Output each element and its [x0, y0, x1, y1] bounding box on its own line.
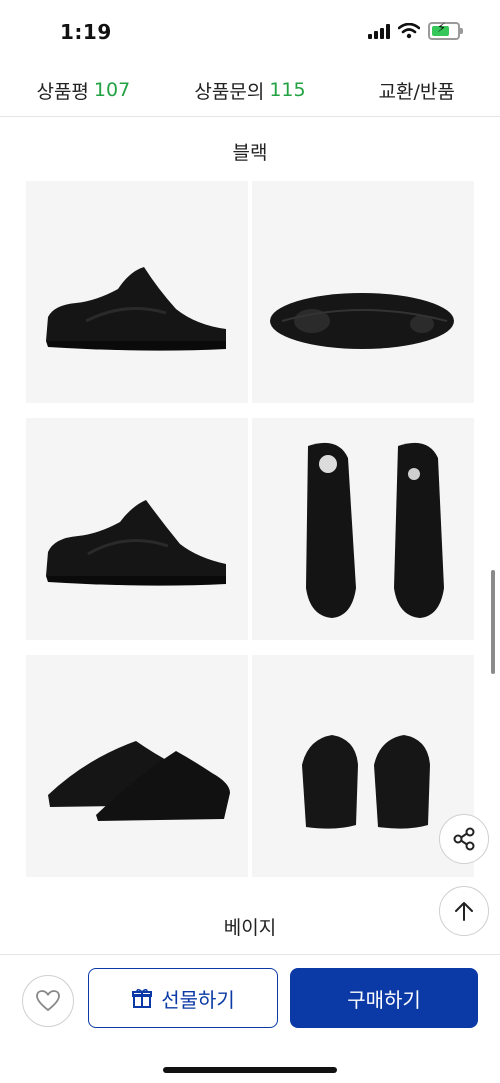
tab-inquiries[interactable]: 상품문의 115: [167, 64, 334, 116]
tab-reviews[interactable]: 상품평 107: [0, 64, 167, 116]
tab-exchange-return[interactable]: 교환/반품: [333, 64, 500, 116]
status-bar: 1:19 ⚡: [0, 0, 500, 64]
status-time: 1:19: [60, 20, 112, 44]
status-icons: ⚡: [368, 21, 463, 40]
buy-button[interactable]: 구매하기: [290, 968, 478, 1028]
share-button[interactable]: [439, 814, 489, 864]
scroll-top-button[interactable]: [439, 886, 489, 936]
arrow-up-icon: [455, 902, 473, 921]
heart-icon: [36, 990, 60, 1012]
product-image-pair[interactable]: [26, 655, 248, 877]
bottom-action-bar: 선물하기 구매하기: [0, 954, 500, 1083]
signal-icon: [368, 23, 390, 39]
scrollbar[interactable]: [491, 570, 495, 674]
product-image-top[interactable]: [252, 418, 474, 640]
home-indicator: [163, 1067, 337, 1073]
gift-button[interactable]: 선물하기: [88, 968, 278, 1028]
wishlist-button[interactable]: [22, 975, 74, 1027]
tab-inquiries-label: 상품문의: [194, 80, 265, 103]
gift-button-label: 선물하기: [161, 987, 235, 1012]
tab-reviews-label: 상품평: [36, 80, 89, 103]
tab-reviews-count: 107: [93, 79, 131, 101]
wifi-icon: [398, 23, 420, 39]
section-title-black: 블랙: [232, 142, 268, 164]
section-title-beige: 베이지: [223, 917, 277, 939]
share-icon: [453, 827, 475, 851]
review-tabs: 상품평 107 상품문의 115 교환/반품: [0, 64, 500, 117]
tab-inquiries-count: 115: [269, 79, 306, 101]
product-image-sole[interactable]: [252, 181, 474, 403]
product-image-side-angle[interactable]: [26, 418, 248, 640]
battery-icon: ⚡: [428, 21, 463, 40]
tab-exchange-label: 교환/반품: [378, 80, 455, 103]
product-image-side[interactable]: [26, 181, 248, 403]
gift-icon: [132, 988, 153, 1008]
buy-button-label: 구매하기: [347, 987, 421, 1012]
